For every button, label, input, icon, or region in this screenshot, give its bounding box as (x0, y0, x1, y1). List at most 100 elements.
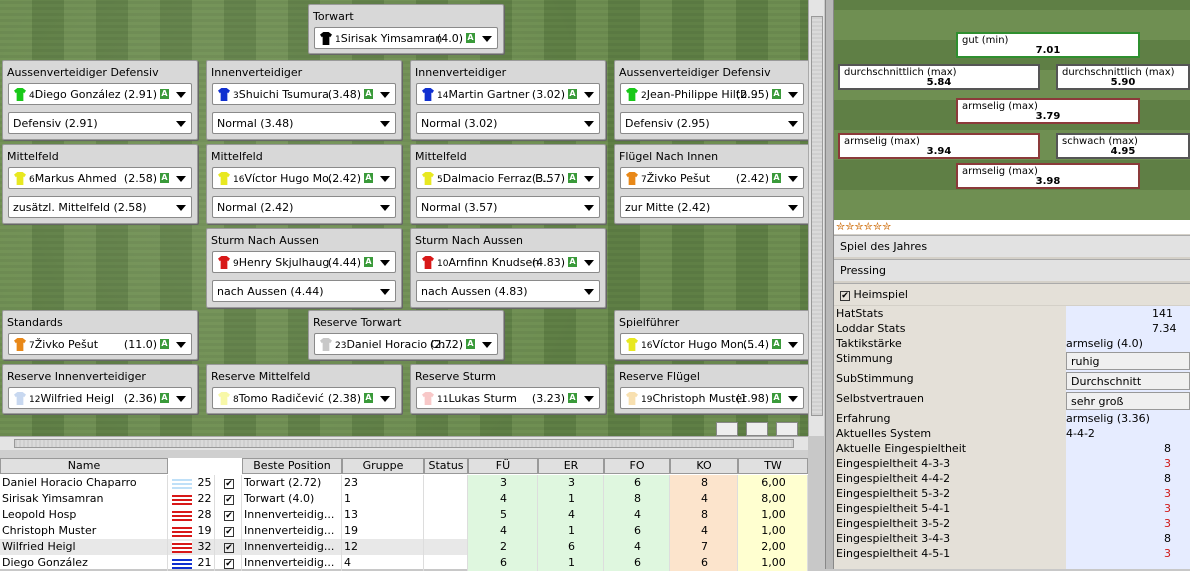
order-select-f1[interactable]: nach Aussen (4.44) (212, 280, 396, 302)
chevron-down-icon[interactable] (380, 92, 390, 98)
chevron-down-icon[interactable] (176, 205, 186, 211)
pitch-horizontal-scrollbar[interactable] (0, 436, 808, 450)
cell-fu: 3 (468, 475, 538, 491)
player-select-f2[interactable]: 10Arnfinn Knudsen (4.83) A (416, 251, 600, 273)
order-select-cd1[interactable]: Normal (3.48) (212, 112, 396, 134)
chevron-down-icon[interactable] (176, 342, 186, 348)
col-fu[interactable]: FÜ (468, 458, 538, 474)
match-type-select[interactable]: Spiel des Jahres (834, 235, 1190, 257)
splitter[interactable] (0, 450, 808, 458)
player-select-rgk[interactable]: 23Daniel Horacio Ch... (2.72) A (314, 333, 498, 355)
chevron-down-icon[interactable] (482, 36, 492, 42)
col-er[interactable]: ER (538, 458, 604, 474)
home-checkbox[interactable]: ✔ Heimspiel (834, 283, 1190, 305)
cell-check[interactable]: ✔ (215, 539, 242, 555)
player-select-rw[interactable]: 19Christoph Muster (1.98) A (620, 387, 804, 409)
chevron-down-icon[interactable] (380, 396, 390, 402)
player-select-rcd[interactable]: 12Wilfried Heigl (2.36) A (8, 387, 192, 409)
player-select-rd[interactable]: 2Jean-Philippe Hiltb... (2.95) A (620, 83, 804, 105)
player-select-cap[interactable]: 16Víctor Hugo Mon... (5.4) A (620, 333, 804, 355)
chevron-down-icon[interactable] (584, 289, 594, 295)
player-select-ld[interactable]: 4Diego González (2.91) A (8, 83, 192, 105)
cell-check[interactable]: ✔ (215, 491, 242, 507)
player-select-rm[interactable]: 8Tomo Radičević (2.38) A (212, 387, 396, 409)
small-button-2[interactable] (746, 422, 768, 436)
chevron-down-icon[interactable] (380, 289, 390, 295)
panel-divider[interactable] (825, 0, 834, 569)
order-select-m2[interactable]: Normal (2.42) (212, 196, 396, 218)
col-tw[interactable]: TW (738, 458, 808, 474)
table-row[interactable]: Leopold Hosp 28 ✔ Innenverteidig... 13 5… (0, 507, 808, 523)
cell-check[interactable]: ✔ (215, 507, 242, 523)
chevron-down-icon[interactable] (176, 176, 186, 182)
cell-check[interactable]: ✔ (215, 475, 242, 491)
chevron-down-icon[interactable] (176, 396, 186, 402)
chevron-down-icon[interactable] (380, 205, 390, 211)
chevron-down-icon[interactable] (788, 176, 798, 182)
order-select-m3[interactable]: Normal (3.57) (416, 196, 600, 218)
pitch-vertical-scrollbar[interactable] (808, 0, 824, 436)
player-select-f1[interactable]: 9Henry Skjulhaug (4.44) A (212, 251, 396, 273)
chevron-down-icon[interactable] (380, 176, 390, 182)
col-fo[interactable]: FO (604, 458, 670, 474)
position-box-f2: Sturm Nach Aussen 10Arnfinn Knudsen (4.8… (410, 228, 606, 308)
chevron-down-icon[interactable] (380, 260, 390, 266)
cell-status (424, 491, 468, 507)
chevron-down-icon[interactable] (584, 396, 594, 402)
order-select-f2[interactable]: nach Aussen (4.83) (416, 280, 600, 302)
player-select-cd1[interactable]: 3Shuichi Tsumura (3.48) A (212, 83, 396, 105)
player-rating: (4.0) (436, 32, 463, 45)
player-select-rf[interactable]: 11Lukas Sturm (3.23) A (416, 387, 600, 409)
chevron-down-icon[interactable] (584, 92, 594, 98)
chevron-down-icon[interactable] (584, 260, 594, 266)
small-button-1[interactable] (716, 422, 738, 436)
cell-position: Torwart (2.72) (242, 475, 342, 491)
order-select-cd2[interactable]: Normal (3.02) (416, 112, 600, 134)
shirt-number: 10 (437, 259, 449, 269)
cell-ko: 8 (670, 475, 738, 491)
chevron-down-icon[interactable] (176, 92, 186, 98)
player-select-cd2[interactable]: 14Martin Gartner (3.02) A (416, 83, 600, 105)
table-row[interactable]: Sirisak Yimsamran 22 ✔ Torwart (4.0) 1 4… (0, 491, 808, 507)
chevron-down-icon[interactable] (788, 92, 798, 98)
tactic-select[interactable]: Pressing (834, 259, 1190, 281)
order-select-m1[interactable]: zusätzl. Mittelfeld (2.58) (8, 196, 192, 218)
player-select-m3[interactable]: 5Dalmacio Ferraz E... (3.57) A (416, 167, 600, 189)
order-select-w1[interactable]: zur Mitte (2.42) (620, 196, 804, 218)
flag-icon (172, 509, 192, 521)
order-select-ld[interactable]: Defensiv (2.91) (8, 112, 192, 134)
chevron-down-icon[interactable] (788, 205, 798, 211)
table-row[interactable]: Daniel Horacio Chaparro 25 ✔ Torwart (2.… (0, 475, 808, 491)
stat-value-substimmung[interactable]: Durchschnitt (1066, 372, 1190, 390)
cell-check[interactable]: ✔ (215, 523, 242, 539)
availability-icon: A (772, 173, 781, 183)
chevron-down-icon[interactable] (788, 342, 798, 348)
shirt-icon (422, 88, 434, 101)
col-ko[interactable]: KO (670, 458, 738, 474)
chevron-down-icon[interactable] (176, 121, 186, 127)
chevron-down-icon[interactable] (482, 342, 492, 348)
table-row[interactable]: Wilfried Heigl 32 ✔ Innenverteidig... 12… (0, 539, 808, 555)
chevron-down-icon[interactable] (584, 121, 594, 127)
stat-value-selbst[interactable]: sehr groß (1066, 392, 1190, 410)
col-status[interactable]: Status (424, 458, 468, 474)
col-name[interactable]: Name (0, 458, 168, 474)
col-best-position[interactable]: Beste Position (242, 458, 342, 474)
player-select-gk[interactable]: 1Sirisak Yimsamran (4.0) A (314, 27, 498, 49)
checkbox-icon[interactable]: ✔ (840, 291, 850, 301)
stat-value-stimmung[interactable]: ruhig (1066, 352, 1190, 370)
col-group[interactable]: Gruppe (342, 458, 424, 474)
player-select-m2[interactable]: 16Víctor Hugo Mo... (2.42) A (212, 167, 396, 189)
chevron-down-icon[interactable] (584, 205, 594, 211)
small-button-3[interactable] (776, 422, 798, 436)
table-row[interactable]: Christoph Muster 19 ✔ Innenverteidig... … (0, 523, 808, 539)
player-select-w1[interactable]: 7Živko Pešut (2.42) A (620, 167, 804, 189)
cell-er: 6 (538, 539, 604, 555)
chevron-down-icon[interactable] (788, 121, 798, 127)
chevron-down-icon[interactable] (380, 121, 390, 127)
chevron-down-icon[interactable] (584, 176, 594, 182)
order-select-rd[interactable]: Defensiv (2.95) (620, 112, 804, 134)
player-select-m1[interactable]: 6Markus Ahmed (2.58) A (8, 167, 192, 189)
player-select-set[interactable]: 7Živko Pešut (11.0) A (8, 333, 192, 355)
chevron-down-icon[interactable] (788, 396, 798, 402)
